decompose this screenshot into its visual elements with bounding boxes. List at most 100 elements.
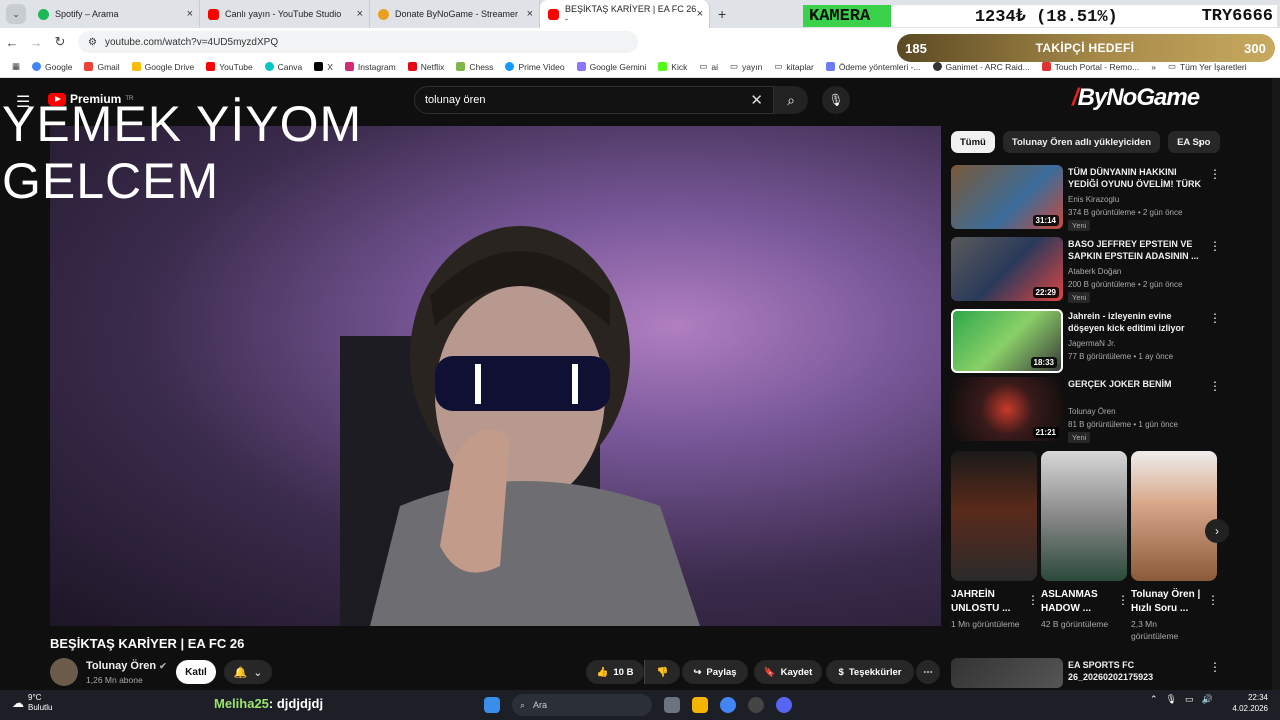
tab-search-button[interactable]: ⌄ (6, 4, 26, 24)
bookmark-ganimet[interactable]: Ganimet - ARC Raid... (927, 62, 1036, 72)
stream-chat-message: Meliha25: djdjdjdj (214, 696, 323, 711)
video-thumbnail[interactable]: 31:14 (951, 165, 1063, 229)
close-icon[interactable]: × (697, 8, 703, 20)
recommendation-item[interactable]: EA SPORTS FC 26_20260202175923 ⋮ (951, 658, 1221, 688)
video-thumbnail[interactable]: 21:21 (951, 377, 1063, 441)
weather-widget[interactable]: ☁ 9°C Bulutlu (12, 693, 52, 714)
recommendation-item[interactable]: 18:33 Jahrein - izleyenin evine döşeyen … (951, 309, 1221, 375)
short-item[interactable]: ASLANMAS HADOW ... ⋮ 42 B görüntüleme (1041, 451, 1129, 629)
bookmark-netflix[interactable]: Netflix (402, 62, 451, 72)
video-thumbnail[interactable]: 22:29 (951, 237, 1063, 301)
obs-icon[interactable] (748, 697, 764, 713)
discord-icon[interactable] (776, 697, 792, 713)
more-vert-icon[interactable]: ⋮ (1209, 239, 1221, 253)
bookmark-x[interactable]: X (308, 62, 339, 72)
more-vert-icon[interactable]: ⋮ (1117, 593, 1129, 607)
close-icon[interactable]: × (357, 8, 363, 20)
chat-text: : djdjdjdj (268, 696, 324, 711)
more-vert-icon[interactable]: ⋮ (1209, 379, 1221, 393)
video-thumbnail[interactable] (951, 658, 1063, 688)
bookmark-folder-kitaplar[interactable]: ▭ kitaplar (768, 61, 819, 72)
microphone-icon[interactable]: 🎙 (1166, 694, 1177, 705)
recommendation-item[interactable]: 21:21 GERÇEK JOKER BENİM Tolunay Ören 81… (951, 377, 1221, 443)
join-button[interactable]: Katıl (176, 660, 216, 684)
save-button[interactable]: 🔖 Kaydet (754, 660, 822, 684)
tab-bynogame[interactable]: Donate ByNoGame - Streamer × (370, 0, 540, 28)
display-icon[interactable]: ▭ (1185, 694, 1194, 705)
tab-spotify[interactable]: Spotify – Arama × (30, 0, 200, 28)
close-icon[interactable]: × (187, 8, 193, 20)
video-thumbnail[interactable]: 18:33 (951, 309, 1063, 373)
bookmark-chess[interactable]: Chess (450, 62, 499, 72)
more-vert-icon[interactable]: ⋮ (1209, 167, 1221, 181)
recommendation-item[interactable]: 31:14 TÜM DÜNYANIN HAKKINI YEDİĞİ OYUNU … (951, 165, 1221, 231)
forward-icon[interactable]: → (24, 35, 48, 50)
subscription-bell-button[interactable]: 🔔 ⌄ (224, 660, 272, 684)
tab-current-video[interactable]: BEŞİKTAŞ KARİYER | EA FC 26 - × (540, 0, 710, 28)
volume-icon[interactable]: 🔊 (1202, 694, 1213, 705)
more-vert-icon[interactable]: ⋮ (1207, 593, 1219, 607)
windows-start-icon[interactable] (484, 697, 500, 713)
chip-ea-sports[interactable]: EA Spo (1168, 131, 1220, 153)
bookmark-canva[interactable]: Canva (259, 62, 309, 72)
bookmark-gmail[interactable]: Gmail (78, 62, 125, 72)
search-button[interactable]: ⌕ (774, 86, 808, 114)
shorts-next-button[interactable]: › (1205, 519, 1229, 543)
bell-icon: 🔔 (233, 666, 248, 679)
bookmark-touchportal[interactable]: Touch Portal - Remo... (1036, 62, 1146, 72)
kamera-value: 1234₺ (18.51%) (974, 7, 1118, 27)
site-info-icon[interactable]: ⚙ (88, 37, 97, 48)
chip-all[interactable]: Tümü (951, 131, 995, 153)
search-input[interactable]: tolunay ören ✕ (414, 86, 774, 114)
short-item[interactable]: JAHREİN UNLOSTU ... ⋮ 1 Mn görüntüleme (951, 451, 1039, 629)
bookmark-odeme[interactable]: Ödeme yöntemleri -... (820, 62, 927, 72)
more-vert-icon[interactable]: ⋮ (1209, 660, 1221, 674)
bookmark-folder-ai[interactable]: ▭ ai (693, 61, 724, 72)
bookmark-instagram[interactable]: Instagram (339, 62, 402, 72)
short-item[interactable]: Tolunay Ören | Hızlı Soru ... ⋮ 2,3 Mn g… (1131, 451, 1219, 641)
bookmark-youtube[interactable]: YouTube (200, 62, 258, 72)
bookmark-google[interactable]: Google (26, 62, 78, 72)
bookmark-kick[interactable]: Kick (652, 62, 693, 72)
task-view-icon[interactable] (664, 697, 680, 713)
chrome-icon[interactable] (720, 697, 736, 713)
new-tab-button[interactable]: + (718, 6, 726, 22)
short-thumbnail[interactable] (1041, 451, 1127, 581)
taskbar-search[interactable]: ⌕ Ara (512, 694, 652, 716)
short-thumbnail[interactable] (951, 451, 1037, 581)
channel-name[interactable]: Tolunay Ören ✔ (86, 660, 167, 672)
short-thumbnail[interactable] (1131, 451, 1217, 581)
url-input[interactable]: ⚙ youtube.com/watch?v=4UD5myzdXPQ (78, 31, 638, 53)
video-title: BEŞİKTAŞ KARİYER | EA FC 26 (50, 636, 245, 651)
like-button[interactable]: 👍 10 B (586, 660, 644, 684)
bookmark-prime[interactable]: Prime Video (499, 62, 570, 72)
chip-uploader[interactable]: Tolunay Ören adlı yükleyiciden (1002, 131, 1161, 153)
share-button[interactable]: ↪ Paylaş (682, 660, 748, 684)
thanks-button[interactable]: $ Teşekkürler (826, 660, 914, 684)
all-bookmarks[interactable]: ▭ Tüm Yer İşaretleri (1162, 61, 1253, 72)
more-vert-icon[interactable]: ⋮ (1027, 593, 1039, 607)
dislike-button[interactable]: 👎 (644, 660, 680, 684)
recommendation-item[interactable]: 22:29 BASO JEFFREY EPSTEIN VE SAPKIN EPS… (951, 237, 1221, 303)
bookmark-folder-yayin[interactable]: ▭ yayın (724, 61, 768, 72)
file-explorer-icon[interactable] (692, 697, 708, 713)
filter-chips: Tümü Tolunay Ören adlı yükleyiciden EA S… (951, 131, 1220, 153)
page-scrollbar[interactable] (1272, 78, 1280, 690)
tab-youtube-studio[interactable]: Canlı yayın - YouTube Studio × (200, 0, 370, 28)
back-icon[interactable]: ← (0, 35, 24, 50)
bookmark-gemini[interactable]: Google Gemini (571, 62, 653, 72)
more-vert-icon[interactable]: ⋮ (1209, 311, 1221, 325)
bookmark-drive[interactable]: Google Drive (126, 62, 201, 72)
clear-search-icon[interactable]: ✕ (750, 91, 763, 109)
more-actions-button[interactable]: ⋯ (916, 660, 940, 684)
channel-avatar[interactable] (50, 658, 78, 686)
close-icon[interactable]: × (527, 8, 533, 20)
reload-icon[interactable]: ↻ (48, 34, 72, 50)
voice-search-button[interactable]: 🎙 (822, 86, 850, 114)
taskbar-clock[interactable]: 22:34 4.02.2026 (1232, 693, 1268, 715)
apps-icon[interactable]: ▦ (6, 61, 26, 72)
chevron-up-icon[interactable]: ⌃ (1150, 694, 1158, 705)
bookmarks-more[interactable]: » (1145, 62, 1162, 72)
chevron-right-icon[interactable]: › (1198, 135, 1202, 150)
rec-channel: Enis Kirazoglu (1068, 195, 1120, 204)
